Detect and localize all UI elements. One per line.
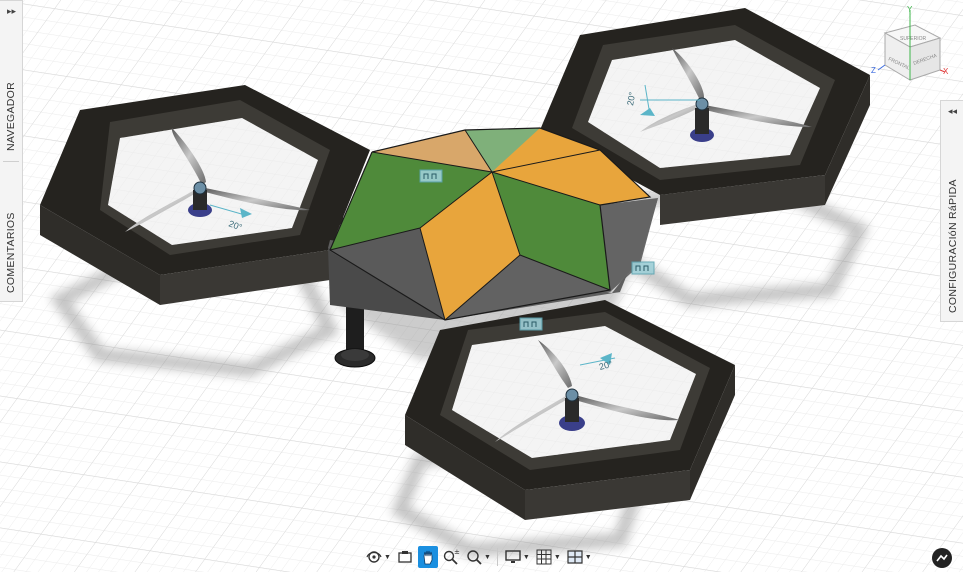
toolbar-separator	[496, 548, 498, 566]
fit-button[interactable]: ▼	[464, 546, 492, 568]
fit-icon	[467, 550, 482, 565]
look-at-icon	[398, 551, 412, 563]
joint-marker-right[interactable]	[631, 261, 655, 275]
viewports-button[interactable]: ▼	[565, 546, 593, 568]
pan-button[interactable]	[417, 546, 438, 568]
axis-x-label: X	[943, 67, 949, 76]
axis-z-label: Z	[871, 66, 876, 75]
orbit-icon	[366, 551, 382, 563]
look-at-button[interactable]	[395, 546, 415, 568]
orbit-button[interactable]: ▼	[364, 546, 392, 568]
pan-icon	[423, 550, 433, 565]
joint-marker-front[interactable]	[519, 317, 543, 331]
grid-icon	[536, 549, 552, 565]
navegador-expand-icon[interactable]: ▸▸	[7, 7, 16, 16]
configuracion-expand-icon[interactable]: ◂◂	[948, 107, 957, 116]
configuracion-rapida-tab[interactable]: CONFIGURACIóN RáPIDA	[947, 179, 959, 313]
display-settings-button[interactable]: ▼	[503, 546, 531, 568]
svg-text:±: ±	[454, 548, 460, 556]
axis-y-label: Y	[907, 5, 913, 14]
comentarios-tab[interactable]: COMENTARIOS	[5, 212, 17, 293]
navigation-toolbar: ▼ ± ▼ ▼ ▼ ▼	[364, 545, 593, 569]
display-settings-icon	[505, 550, 521, 563]
model-viewport[interactable]: 20° 20° 20° SUPERIOR FRONTAL DERECHA Y Z…	[0, 0, 963, 572]
activity-icon-glyph	[936, 554, 948, 562]
viewcube-top[interactable]: SUPERIOR	[900, 36, 927, 42]
panel-divider	[3, 161, 19, 162]
viewports-icon	[567, 550, 583, 564]
right-panel: ◂◂ CONFIGURACIóN RáPIDA	[940, 100, 963, 322]
zoom-icon: ±	[443, 548, 460, 565]
zoom-button[interactable]: ±	[441, 546, 461, 568]
left-panel: ▸▸ NAVEGADOR COMENTARIOS	[0, 0, 23, 302]
activity-icon[interactable]	[932, 548, 952, 568]
navegador-tab[interactable]: NAVEGADOR	[5, 82, 17, 151]
grid-settings-button[interactable]: ▼	[534, 546, 562, 568]
joint-marker-top[interactable]	[419, 169, 443, 183]
